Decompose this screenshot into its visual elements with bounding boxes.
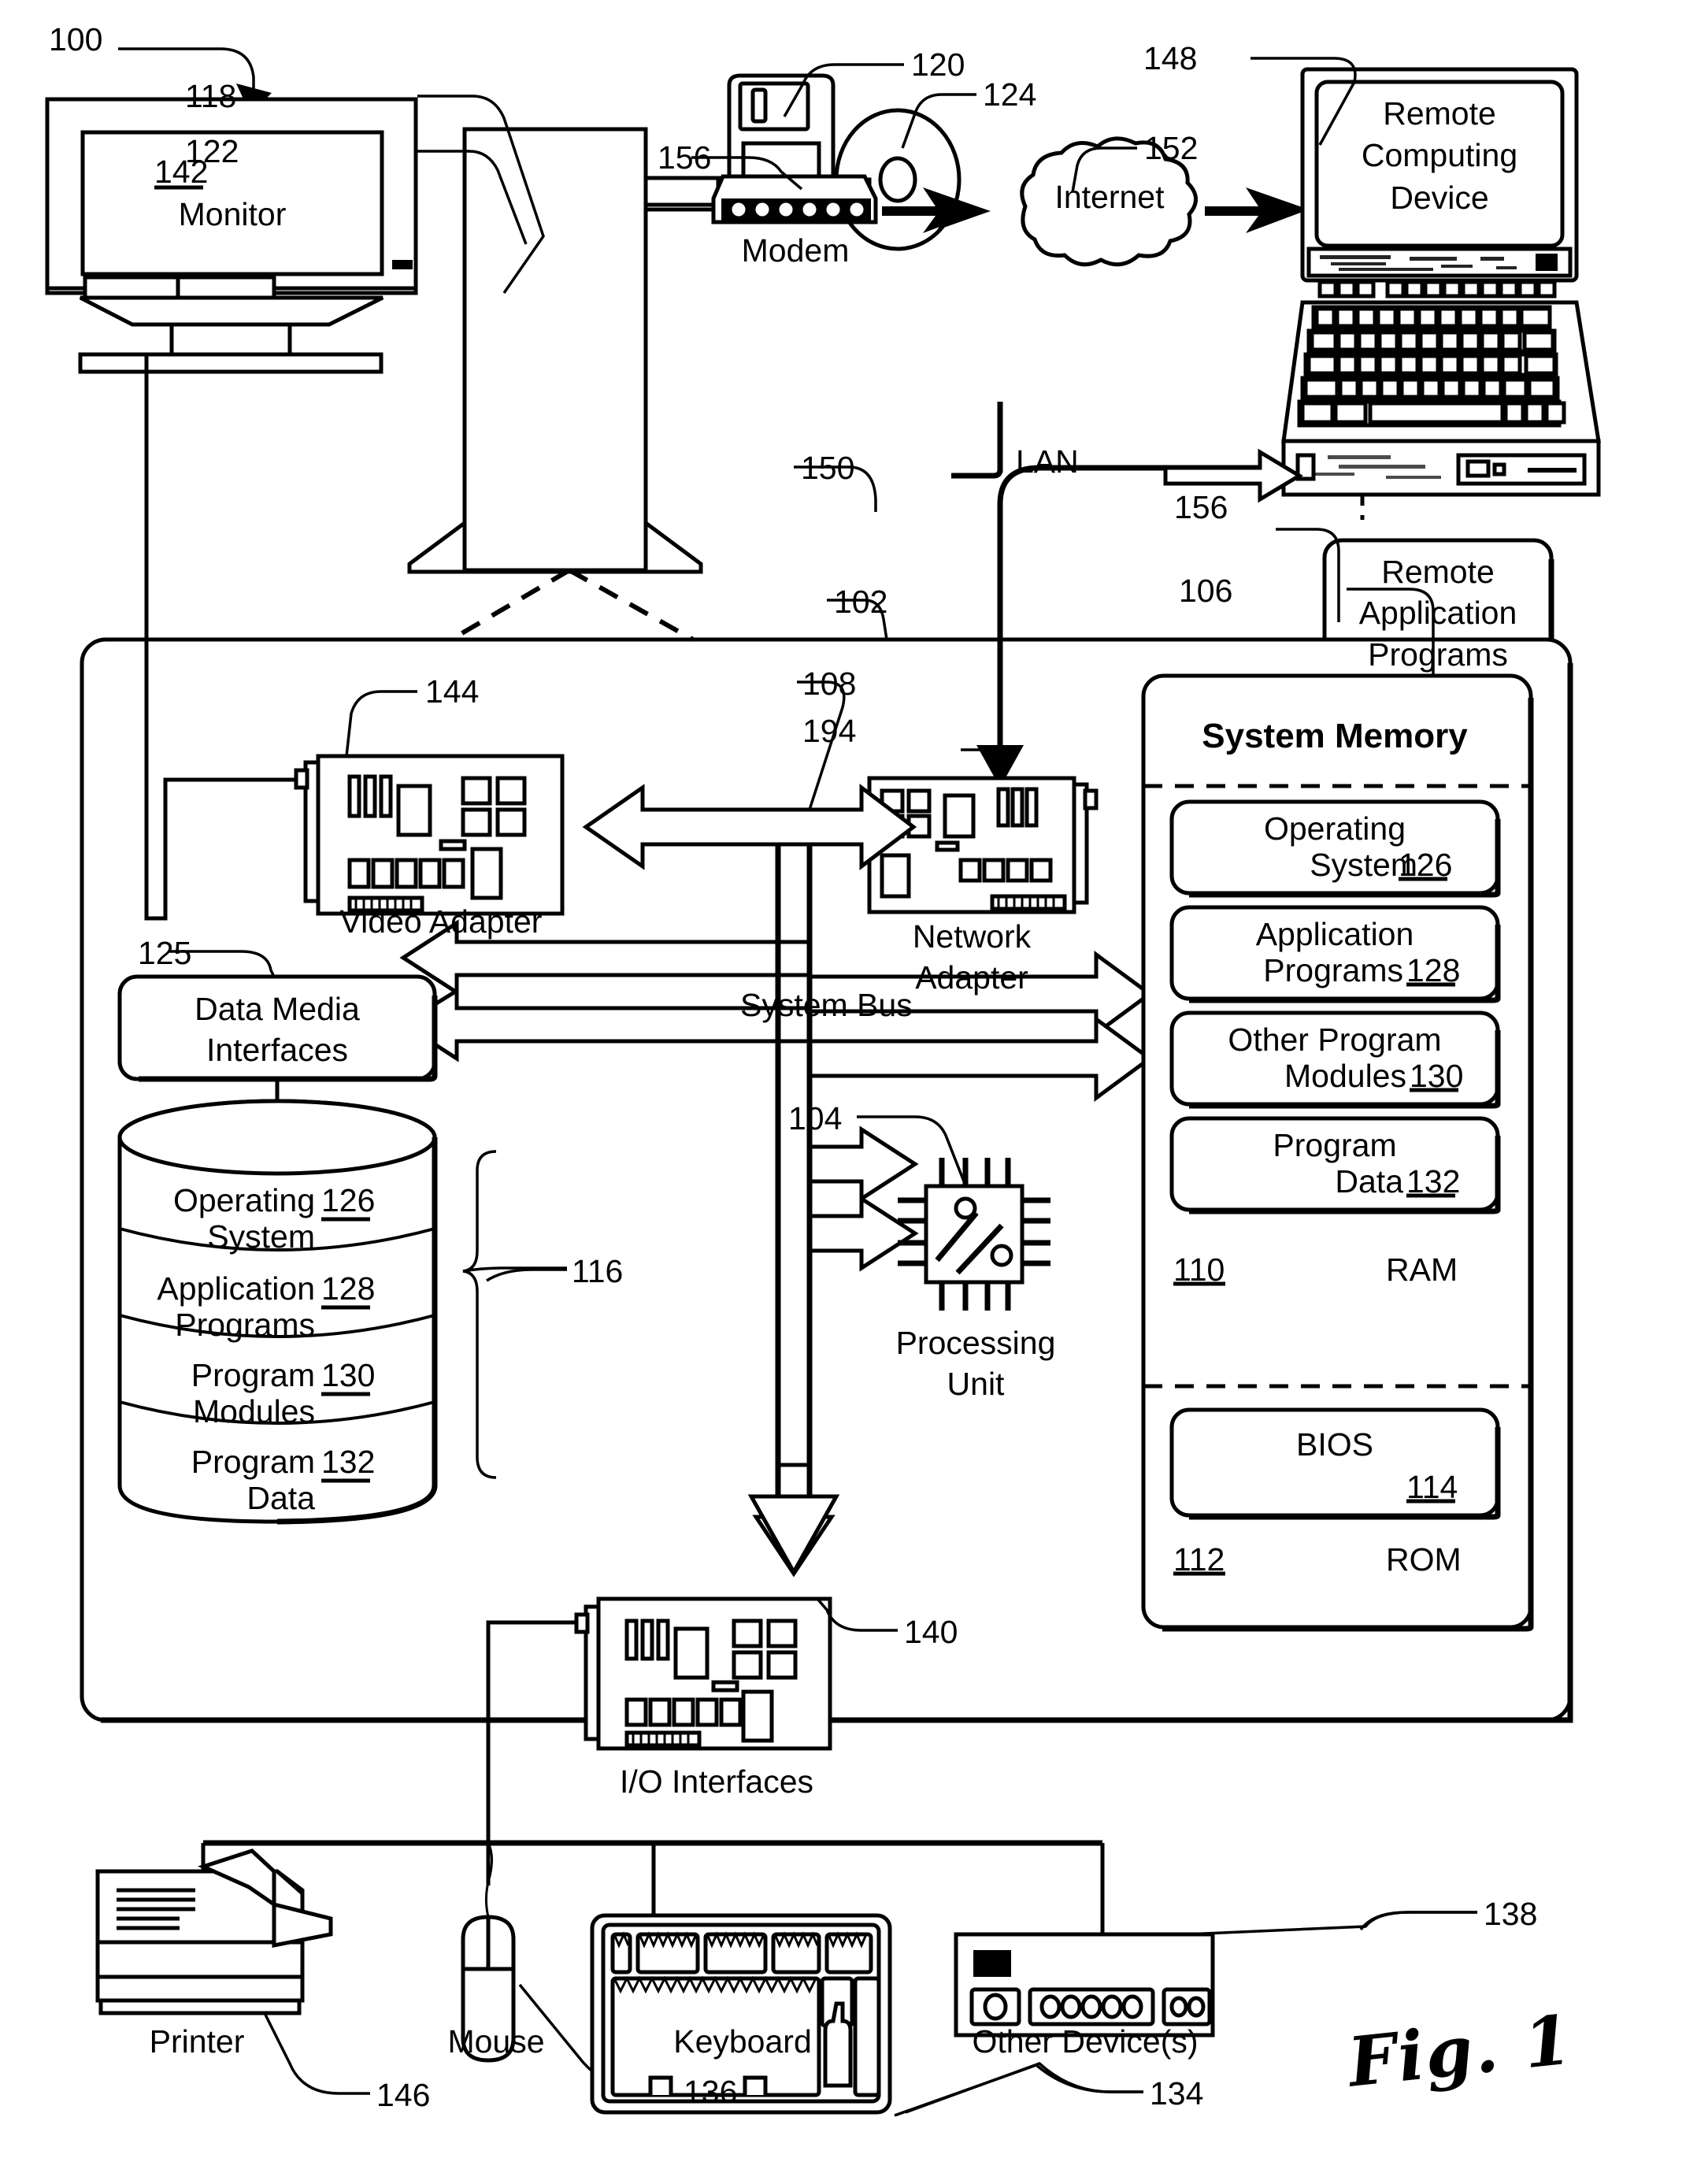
other-devices-label: Other Device(s) <box>972 2023 1199 2060</box>
printer-label: Printer <box>149 2023 245 2060</box>
other-devices-graphic <box>954 1843 1215 2038</box>
sysmem-progdata-ref: 132 <box>1406 1163 1461 1200</box>
ref-number-125: 125 <box>138 935 192 971</box>
ref-number-112: 112 <box>1173 1541 1225 1578</box>
monitor-label: Monitor <box>178 196 287 232</box>
sysmem-apps-ref: 128 <box>1406 952 1461 988</box>
ref-number-140: 140 <box>904 1614 958 1650</box>
disk-modules-line2: Modules <box>193 1393 315 1429</box>
ref-number-110: 110 <box>1173 1251 1225 1288</box>
keyboard-graphic <box>590 1843 892 2115</box>
sysmem-apps-line1: Application <box>1255 916 1414 952</box>
video-adapter-label: Video Adapter <box>339 903 543 940</box>
mouse-label: Mouse <box>447 2023 545 2060</box>
ref-number-124: 124 <box>983 76 1037 113</box>
disk-modules-ref: 130 <box>321 1357 376 1393</box>
ref-number-156-modem: 156 <box>658 139 712 176</box>
ref-134-lead-b <box>894 2063 1143 2117</box>
disk-apps-ref: 128 <box>321 1270 376 1307</box>
disk-apps-line1: Application <box>157 1270 315 1307</box>
ref-number-100: 100 <box>49 21 103 57</box>
sysmem-bios-line1: BIOS <box>1296 1426 1373 1463</box>
system-memory-title: System Memory <box>1202 717 1468 755</box>
disk-os-line1: Operating <box>172 1182 315 1218</box>
keyboard-label: Keyboard <box>673 2023 812 2060</box>
remote-computing-device-label: Remote Computing Device <box>1361 95 1518 216</box>
ref-134-lead <box>905 2061 1143 2114</box>
remote-application-programs-label: Remote Application Programs <box>1358 554 1517 673</box>
sysmem-os-line1: Operating <box>1263 810 1406 847</box>
network-adapter-label: Network Adapter <box>912 918 1032 996</box>
lan-label: LAN <box>1016 443 1079 480</box>
data-media-interfaces-label: Data Media Interfaces <box>195 991 360 1068</box>
disk-os-line2: System <box>207 1218 315 1255</box>
sysmem-modules-line1: Other Program <box>1228 1022 1442 1058</box>
sysmem-os-ref: 126 <box>1399 847 1453 883</box>
ref-number-148: 148 <box>1143 40 1198 76</box>
sysmem-progdata-line1: Program <box>1273 1127 1397 1163</box>
ref-number-108: 108 <box>802 666 857 702</box>
disk-os-ref: 126 <box>321 1182 376 1218</box>
disk-progdata-line2: Data <box>246 1480 315 1516</box>
sysmem-apps-line2: Programs <box>1263 952 1403 988</box>
tower-graphic <box>407 127 703 574</box>
sysmem-modules-ref: 130 <box>1410 1058 1464 1094</box>
internet-to-laptop-arrow <box>1205 187 1309 233</box>
ref-number-150: 150 <box>801 450 855 486</box>
sysmem-modules-line2: Modules <box>1284 1058 1406 1094</box>
sysmem-bios-ref: 114 <box>1406 1469 1458 1505</box>
disk-apps-line2: Programs <box>175 1307 315 1343</box>
ref-138-lead-b <box>1359 1911 1477 1931</box>
ref-number-106: 106 <box>1179 573 1233 609</box>
ref-number-116: 116 <box>572 1253 624 1289</box>
tower-to-enclosure-dashed <box>450 568 695 642</box>
ref-number-156-rap: 156 <box>1174 489 1228 525</box>
disk-modules-line1: Program <box>191 1357 315 1393</box>
processing-unit-label: Processing Unit <box>895 1325 1056 1402</box>
ref-number-142: 142 <box>154 154 209 190</box>
modem-label: Modem <box>741 232 850 269</box>
modem-graphic <box>646 174 878 224</box>
printer-graphic <box>95 1843 333 2015</box>
ref-number-144: 144 <box>425 673 480 710</box>
ref-number-194: 194 <box>802 713 857 749</box>
ref-number-134: 134 <box>1150 2075 1204 2112</box>
sysmem-progdata-line2: Data <box>1335 1163 1403 1200</box>
internet-label: Internet <box>1054 179 1165 215</box>
ref-number-102: 102 <box>834 584 888 620</box>
ref-138-lead <box>1187 1911 1477 1936</box>
disk-progdata-ref: 132 <box>321 1444 376 1480</box>
ref-number-152: 152 <box>1144 130 1199 166</box>
rom-label: ROM <box>1386 1541 1462 1578</box>
ram-label: RAM <box>1386 1251 1458 1288</box>
disk-progdata-line1: Program <box>191 1444 315 1480</box>
ref-number-118: 118 <box>185 78 237 114</box>
system-bus-label: System Bus <box>740 987 913 1023</box>
sysmem-os-line2: System <box>1310 847 1417 883</box>
ref-number-136: 136 <box>684 2074 738 2110</box>
ref-number-104: 104 <box>788 1100 843 1136</box>
ref-number-138: 138 <box>1484 1896 1538 1932</box>
ref-number-146: 146 <box>376 2077 431 2113</box>
network-adapter-card <box>867 776 1099 914</box>
ref-number-120: 120 <box>911 46 965 83</box>
patent-figure-page: .s{fill:none;stroke:#000;stroke-width:4;… <box>0 0 1697 2184</box>
io-interfaces-label: I/O Interfaces <box>619 1763 814 1800</box>
